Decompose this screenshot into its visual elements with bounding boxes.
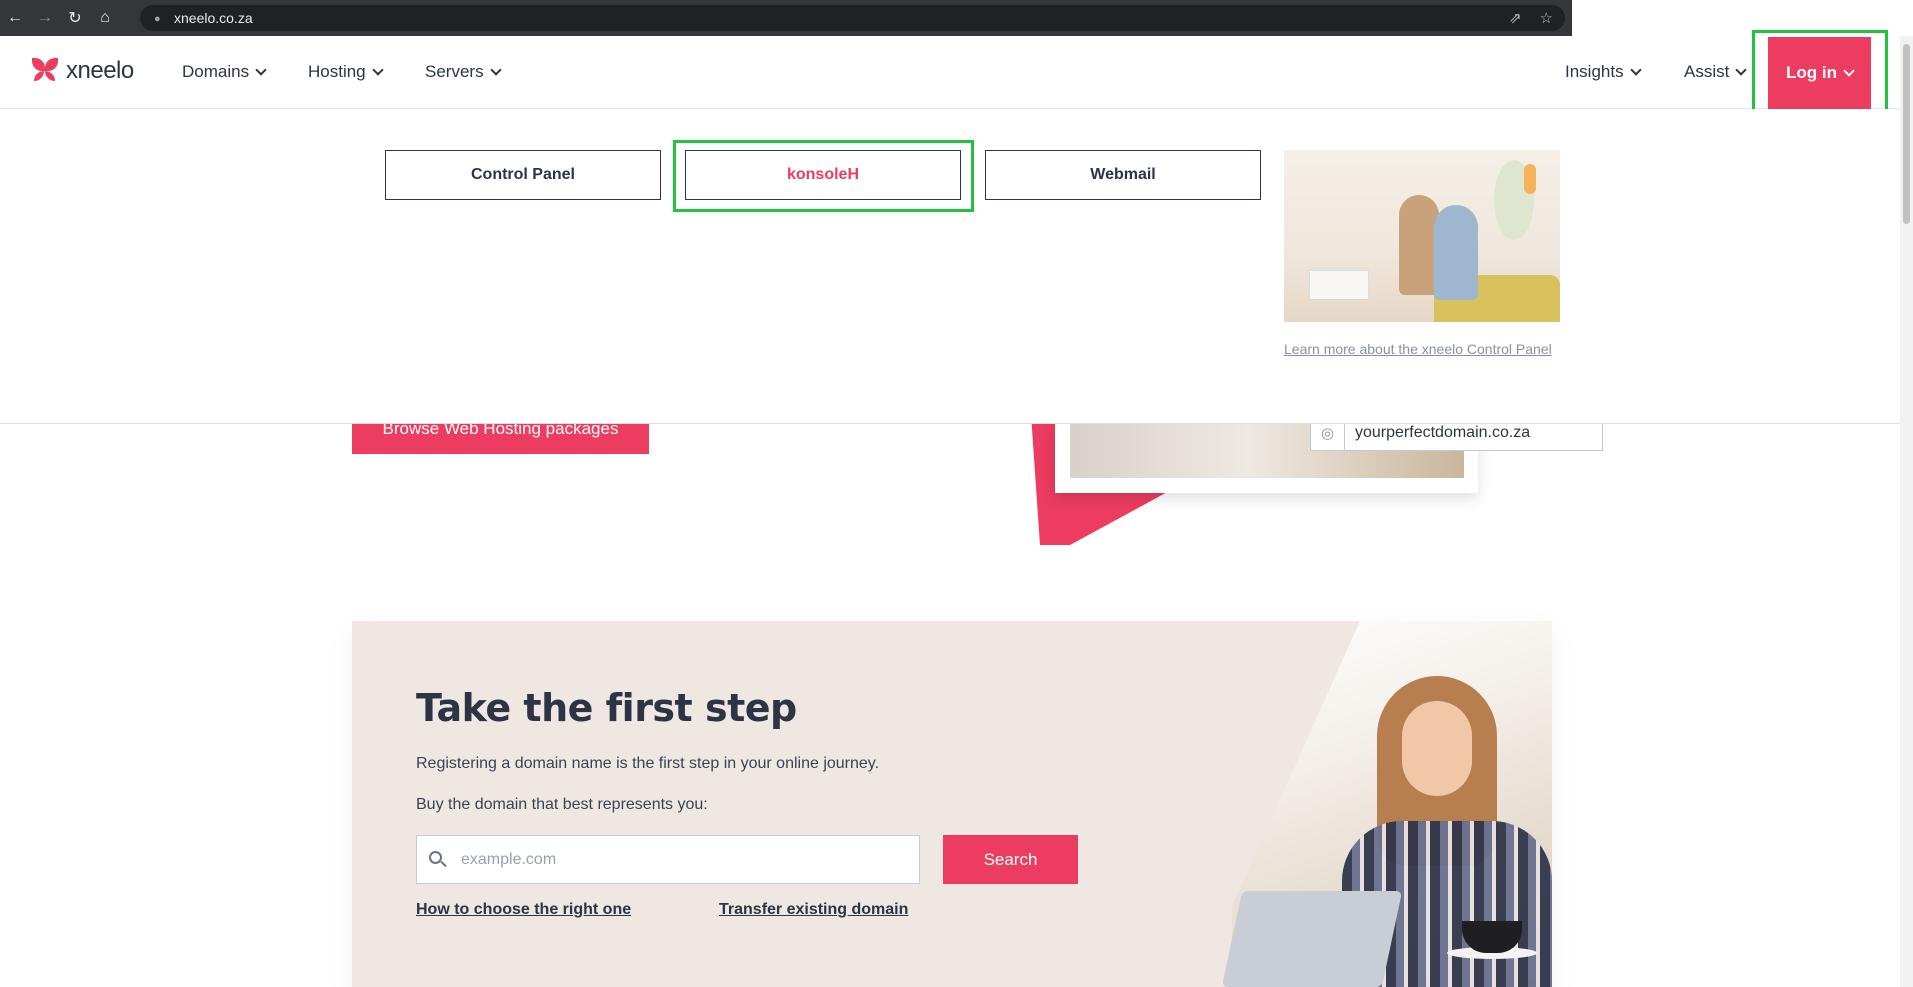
address-bar[interactable]: ● xneelo.co.za ⇗ ☆ xyxy=(140,5,1565,31)
back-icon[interactable]: ← xyxy=(0,0,30,36)
nav-domains[interactable]: Domains xyxy=(182,62,267,82)
forward-icon[interactable]: → xyxy=(30,0,60,36)
chevron-down-icon xyxy=(1629,64,1642,76)
share-icon[interactable]: ⇗ xyxy=(1509,9,1522,27)
url-text: xneelo.co.za xyxy=(174,10,253,26)
webmail-label: Webmail xyxy=(1090,166,1156,183)
hero-domain-text: yourperfectdomain.co.za xyxy=(1355,424,1531,441)
nav-servers-label: Servers xyxy=(425,62,484,81)
nav-hosting[interactable]: Hosting xyxy=(308,62,384,82)
nav-insights[interactable]: Insights xyxy=(1565,62,1642,82)
login-dropdown: Control Panel konsoleH Webmail Learn mor… xyxy=(0,109,1900,424)
control-panel-label: Control Panel xyxy=(470,166,575,183)
chevron-down-icon xyxy=(371,64,384,76)
promo-title: Take the first step xyxy=(416,686,797,730)
promo-photo-laptop xyxy=(1221,891,1403,987)
promo-photo-face xyxy=(1402,701,1472,796)
promo-text-2: Buy the domain that best represents you: xyxy=(416,796,708,813)
search-button[interactable]: Search xyxy=(943,835,1078,884)
bookmark-star-icon[interactable]: ☆ xyxy=(1540,9,1553,27)
scrollbar-thumb[interactable] xyxy=(1903,44,1910,224)
lock-icon: ● xyxy=(154,13,161,25)
nav-assist-label: Assist xyxy=(1684,62,1730,81)
search-button-label: Search xyxy=(983,849,1038,869)
site-header: xneelo Domains Hosting Servers Insights … xyxy=(0,36,1900,109)
search-icon xyxy=(429,850,447,869)
nav-assist[interactable]: Assist xyxy=(1684,62,1748,82)
promo-text-1: Registering a domain name is the first s… xyxy=(416,755,880,772)
xneelo-logo[interactable]: xneelo xyxy=(30,57,134,85)
nav-domains-label: Domains xyxy=(182,62,250,81)
learn-more-link[interactable]: Learn more about the xneelo Control Pane… xyxy=(1284,339,1554,359)
nav-hosting-label: Hosting xyxy=(308,62,366,81)
webmail-button[interactable]: Webmail xyxy=(985,150,1261,200)
control-panel-promo-image xyxy=(1284,150,1560,322)
konsoleh-highlight-box xyxy=(673,140,974,212)
nav-servers[interactable]: Servers xyxy=(425,62,502,82)
nav-insights-label: Insights xyxy=(1565,62,1624,81)
choose-domain-link[interactable]: How to choose the right one xyxy=(416,901,631,919)
chevron-down-icon xyxy=(1735,64,1748,76)
butterfly-logo-icon xyxy=(30,58,60,84)
logo-text: xneelo xyxy=(66,57,134,84)
domain-search-field[interactable] xyxy=(416,835,920,884)
hero-domain-card: ◎ yourperfectdomain.co.za xyxy=(1055,415,1603,493)
domain-promo-section: Take the first step Registering a domain… xyxy=(352,621,1552,987)
page-scrollbar[interactable] xyxy=(1900,36,1913,987)
login-highlight-box xyxy=(1752,30,1888,116)
browser-toolbar: ← → ↻ ⌂ ● xneelo.co.za ⇗ ☆ xyxy=(0,0,1572,36)
home-icon[interactable]: ⌂ xyxy=(90,0,120,36)
domain-search-input[interactable] xyxy=(461,850,901,869)
chevron-down-icon xyxy=(489,64,502,76)
transfer-domain-link[interactable]: Transfer existing domain xyxy=(719,901,908,919)
reload-icon[interactable]: ↻ xyxy=(60,0,90,36)
chevron-down-icon xyxy=(255,64,267,76)
control-panel-button[interactable]: Control Panel xyxy=(385,150,661,200)
